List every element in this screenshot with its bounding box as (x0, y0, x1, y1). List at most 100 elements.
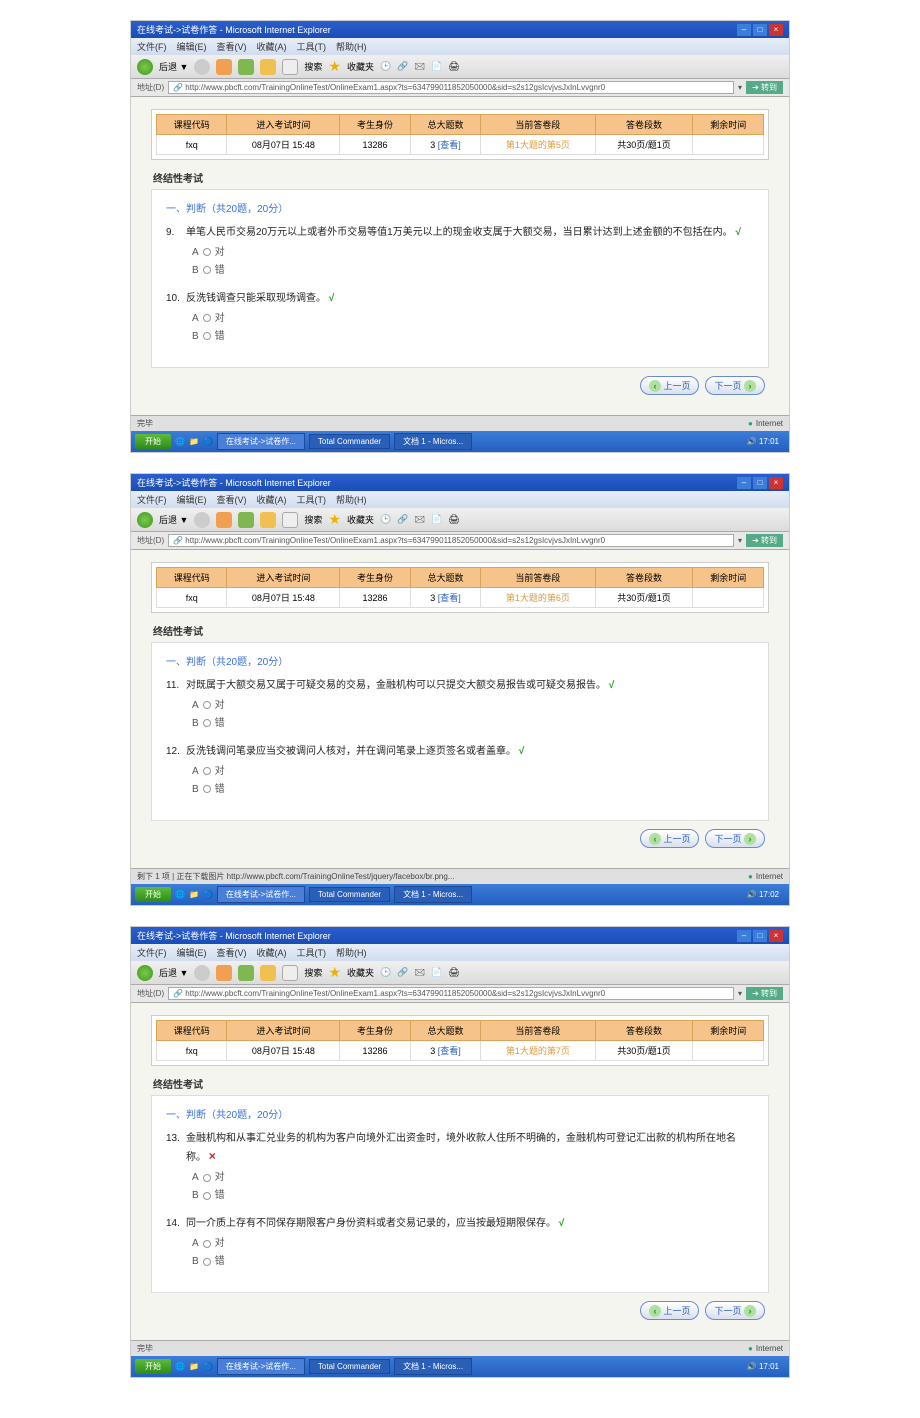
menu-help[interactable]: 帮助(H) (336, 495, 367, 505)
radio-icon[interactable] (203, 1174, 211, 1182)
start-button[interactable]: 开始 (135, 887, 171, 902)
min-button[interactable]: – (737, 24, 751, 36)
max-button[interactable]: □ (753, 930, 767, 942)
task-wp[interactable]: 文档 1 - Micros... (394, 433, 472, 450)
max-button[interactable]: □ (753, 24, 767, 36)
favorites-label[interactable]: 收藏夹 (347, 60, 374, 73)
refresh-icon[interactable] (238, 59, 254, 75)
url-input[interactable]: 🔗 http://www.pbcft.com/TrainingOnlineTes… (168, 534, 734, 547)
forward-icon[interactable] (194, 59, 210, 75)
back-label[interactable]: 后退 ▼ (159, 966, 188, 979)
favorites-icon[interactable]: ★ (328, 511, 341, 528)
menu-tools[interactable]: 工具(T) (297, 495, 327, 505)
refresh-icon[interactable] (238, 965, 254, 981)
search-label[interactable]: 搜索 (304, 60, 322, 73)
page-icon[interactable]: 📄 (431, 61, 442, 72)
mail-icon[interactable]: 🖂 (414, 512, 425, 528)
menu-view[interactable]: 查看(V) (217, 42, 247, 52)
url-dropdown-icon[interactable]: ▾ (738, 536, 742, 545)
go-button[interactable]: ➔ 转到 (746, 987, 783, 1000)
menu-edit[interactable]: 编辑(E) (177, 948, 207, 958)
favorites-label[interactable]: 收藏夹 (347, 513, 374, 526)
url-dropdown-icon[interactable]: ▾ (738, 989, 742, 998)
next-page-button[interactable]: 下一页 › (705, 376, 765, 395)
option-b[interactable]: B错 (192, 263, 754, 279)
search-icon[interactable] (282, 59, 298, 75)
task-exam[interactable]: 在线考试->试卷作... (217, 1358, 305, 1375)
option-b[interactable]: B错 (192, 782, 754, 798)
quicklaunch-icon-2[interactable]: 🔵 (203, 1362, 213, 1371)
task-tc[interactable]: Total Commander (309, 1359, 390, 1374)
quicklaunch-icon-0[interactable]: 🌐 (175, 437, 185, 446)
prev-page-button[interactable]: ‹ 上一页 (640, 1301, 700, 1320)
task-exam[interactable]: 在线考试->试卷作... (217, 886, 305, 903)
home-icon[interactable] (260, 965, 276, 981)
option-a[interactable]: A对 (192, 1170, 754, 1186)
links-icon[interactable]: 🔗 (397, 61, 408, 72)
radio-icon[interactable] (203, 1240, 211, 1248)
radio-icon[interactable] (203, 701, 211, 709)
min-button[interactable]: – (737, 930, 751, 942)
url-input[interactable]: 🔗 http://www.pbcft.com/TrainingOnlineTes… (168, 987, 734, 1000)
task-exam[interactable]: 在线考试->试卷作... (217, 433, 305, 450)
search-icon[interactable] (282, 965, 298, 981)
menu-help[interactable]: 帮助(H) (336, 42, 367, 52)
history-icon[interactable]: 🕒 (380, 967, 391, 978)
search-label[interactable]: 搜索 (304, 966, 322, 979)
option-a[interactable]: A对 (192, 245, 754, 261)
quicklaunch-icon-2[interactable]: 🔵 (203, 437, 213, 446)
prev-page-button[interactable]: ‹ 上一页 (640, 829, 700, 848)
option-a[interactable]: A对 (192, 698, 754, 714)
task-tc[interactable]: Total Commander (309, 887, 390, 902)
quicklaunch-icon-0[interactable]: 🌐 (175, 1362, 185, 1371)
page-icon[interactable]: 📄 (431, 967, 442, 978)
radio-icon[interactable] (203, 719, 211, 727)
min-button[interactable]: – (737, 477, 751, 489)
page-icon[interactable]: 📄 (431, 514, 442, 525)
prev-page-button[interactable]: ‹ 上一页 (640, 376, 700, 395)
back-icon[interactable] (137, 59, 153, 75)
option-a[interactable]: A对 (192, 764, 754, 780)
menu-file[interactable]: 文件(F) (137, 42, 167, 52)
quicklaunch-icon-1[interactable]: 📁 (189, 890, 199, 899)
menu-edit[interactable]: 编辑(E) (177, 495, 207, 505)
search-icon[interactable] (282, 512, 298, 528)
mail-icon[interactable]: 🖂 (414, 59, 425, 75)
radio-icon[interactable] (203, 266, 211, 274)
option-b[interactable]: B错 (192, 1188, 754, 1204)
close-button[interactable]: × (769, 477, 783, 489)
url-input[interactable]: 🔗 http://www.pbcft.com/TrainingOnlineTes… (168, 81, 734, 94)
quicklaunch-icon-1[interactable]: 📁 (189, 1362, 199, 1371)
menu-view[interactable]: 查看(V) (217, 948, 247, 958)
next-page-button[interactable]: 下一页 › (705, 1301, 765, 1320)
quicklaunch-icon-1[interactable]: 📁 (189, 437, 199, 446)
search-label[interactable]: 搜索 (304, 513, 322, 526)
task-wp[interactable]: 文档 1 - Micros... (394, 886, 472, 903)
option-b[interactable]: B错 (192, 716, 754, 732)
links-icon[interactable]: 🔗 (397, 967, 408, 978)
stop-icon[interactable] (216, 59, 232, 75)
view-total-link[interactable]: [查看] (438, 593, 461, 603)
menu-fav[interactable]: 收藏(A) (257, 42, 287, 52)
close-button[interactable]: × (769, 24, 783, 36)
print-icon[interactable]: 🖨 (448, 514, 459, 525)
history-icon[interactable]: 🕒 (380, 514, 391, 525)
back-label[interactable]: 后退 ▼ (159, 60, 188, 73)
go-button[interactable]: ➔ 转到 (746, 534, 783, 547)
task-wp[interactable]: 文档 1 - Micros... (394, 1358, 472, 1375)
back-label[interactable]: 后退 ▼ (159, 513, 188, 526)
mail-icon[interactable]: 🖂 (414, 965, 425, 981)
quicklaunch-icon-2[interactable]: 🔵 (203, 890, 213, 899)
forward-icon[interactable] (194, 512, 210, 528)
refresh-icon[interactable] (238, 512, 254, 528)
favorites-label[interactable]: 收藏夹 (347, 966, 374, 979)
radio-icon[interactable] (203, 248, 211, 256)
menu-tools[interactable]: 工具(T) (297, 948, 327, 958)
history-icon[interactable]: 🕒 (380, 61, 391, 72)
next-page-button[interactable]: 下一页 › (705, 829, 765, 848)
favorites-icon[interactable]: ★ (328, 58, 341, 75)
favorites-icon[interactable]: ★ (328, 964, 341, 981)
quicklaunch-icon-0[interactable]: 🌐 (175, 890, 185, 899)
menu-view[interactable]: 查看(V) (217, 495, 247, 505)
home-icon[interactable] (260, 512, 276, 528)
